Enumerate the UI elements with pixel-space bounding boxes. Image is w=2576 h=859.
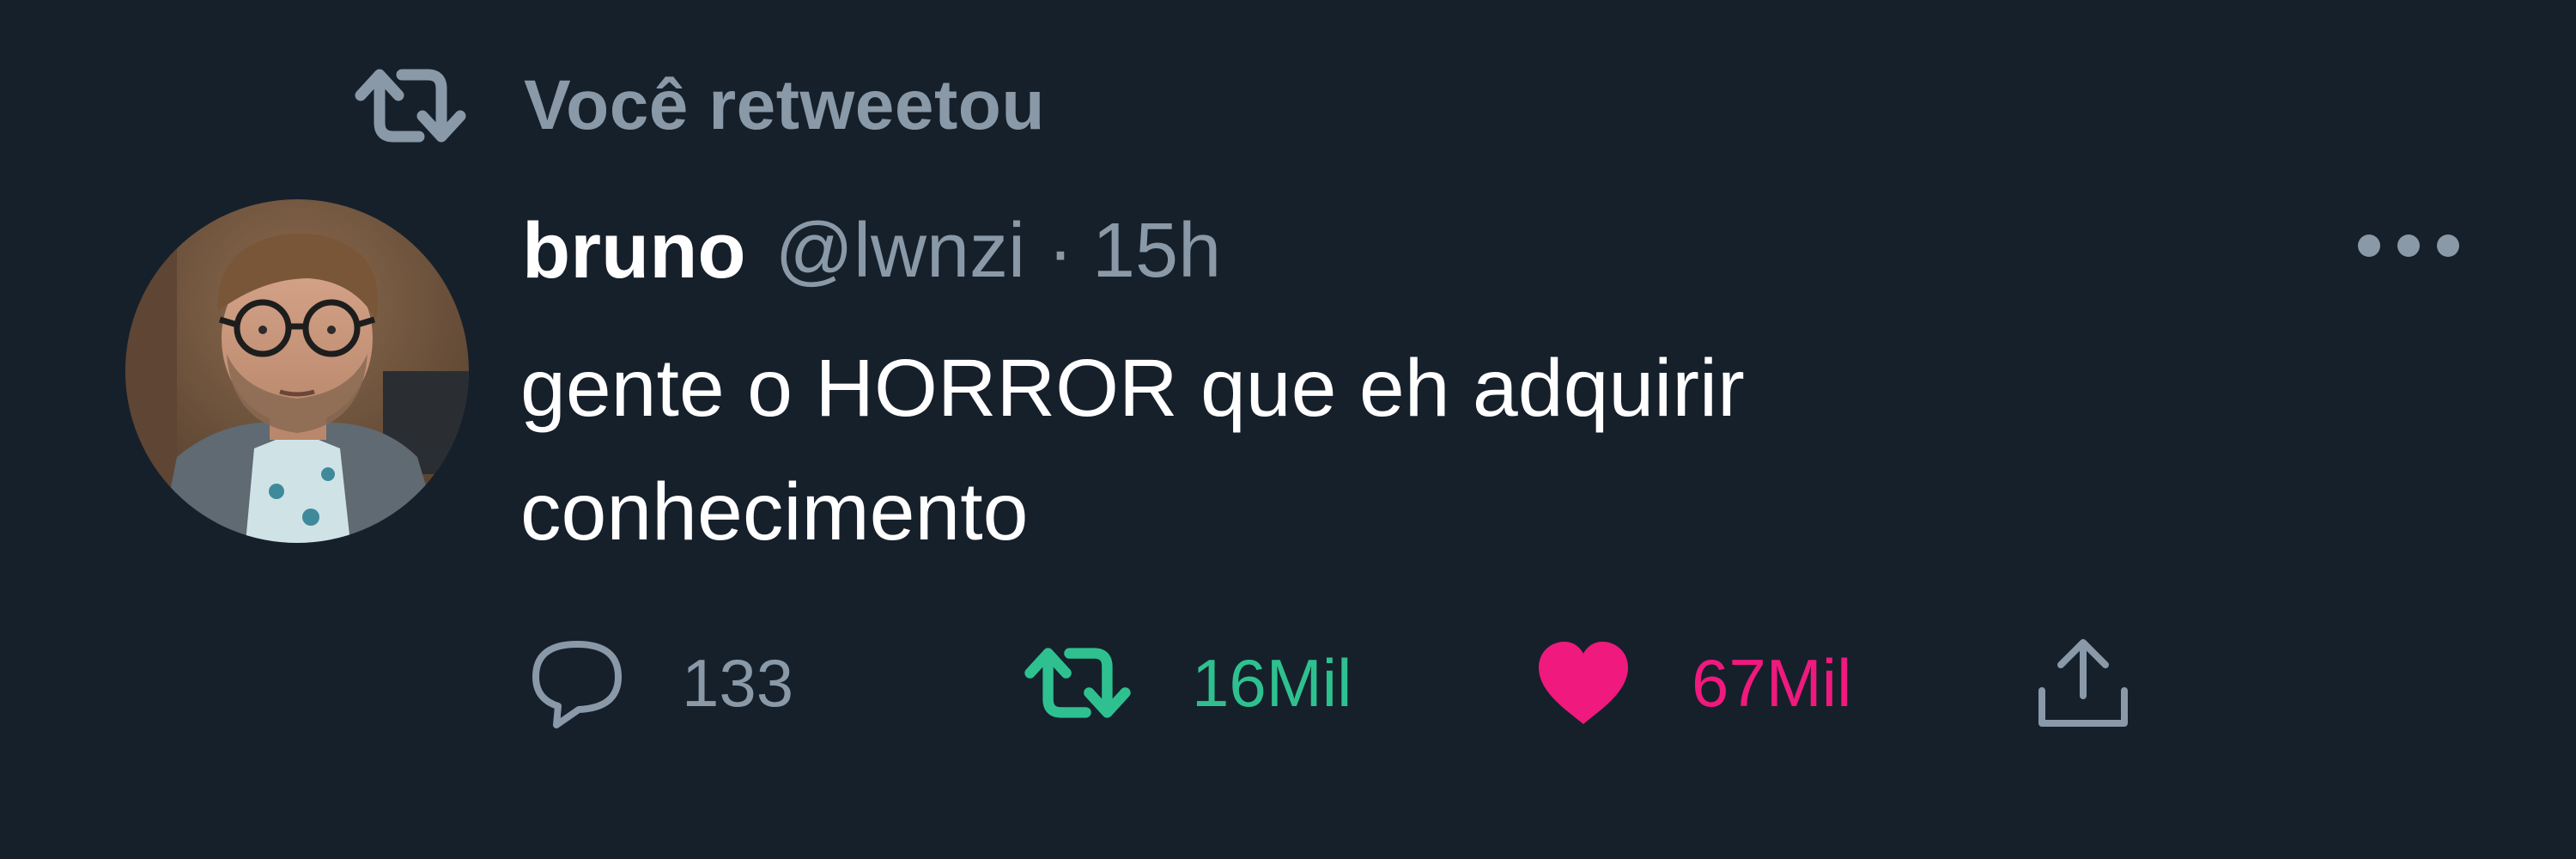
tweet-author-line: bruno @lwnzi · 15h xyxy=(522,199,1221,302)
like-count: 67Mil xyxy=(1692,645,1852,721)
share-button[interactable] xyxy=(2033,627,2133,739)
retweeted-by-header: Você retweetou xyxy=(352,58,1045,153)
more-icon-dot xyxy=(2397,235,2420,257)
retweet-icon xyxy=(355,69,466,143)
author-display-name[interactable]: bruno xyxy=(522,211,746,290)
share-icon xyxy=(2038,639,2128,727)
separator-dot: · xyxy=(1048,208,1073,294)
tweet-action-bar: 133 16Mil 67Mil xyxy=(0,627,2576,739)
retweet-button[interactable]: 16Mil xyxy=(1022,627,1352,739)
reply-button[interactable]: 133 xyxy=(527,627,793,739)
retweeted-by-label: Você retweetou xyxy=(524,66,1045,144)
tweet-text: gente o HORROR que eh adquirir conhecime… xyxy=(520,343,1745,557)
tweet-timestamp[interactable]: 15h xyxy=(1092,212,1221,289)
author-handle[interactable]: @lwnzi xyxy=(775,212,1025,289)
retweet-icon xyxy=(1024,648,1131,718)
reply-icon xyxy=(532,641,622,728)
heart-icon xyxy=(1539,642,1628,724)
avatar[interactable] xyxy=(125,199,469,543)
more-icon xyxy=(2358,235,2380,257)
retweet-count: 16Mil xyxy=(1192,645,1352,721)
reply-count: 133 xyxy=(682,645,794,721)
tweet-card[interactable]: Você retweetou bruno @lwnzi · 15h gente … xyxy=(0,0,2576,859)
more-options-button[interactable] xyxy=(2358,222,2459,270)
more-icon-dot xyxy=(2437,235,2459,257)
like-button[interactable]: 67Mil xyxy=(1535,627,1851,739)
